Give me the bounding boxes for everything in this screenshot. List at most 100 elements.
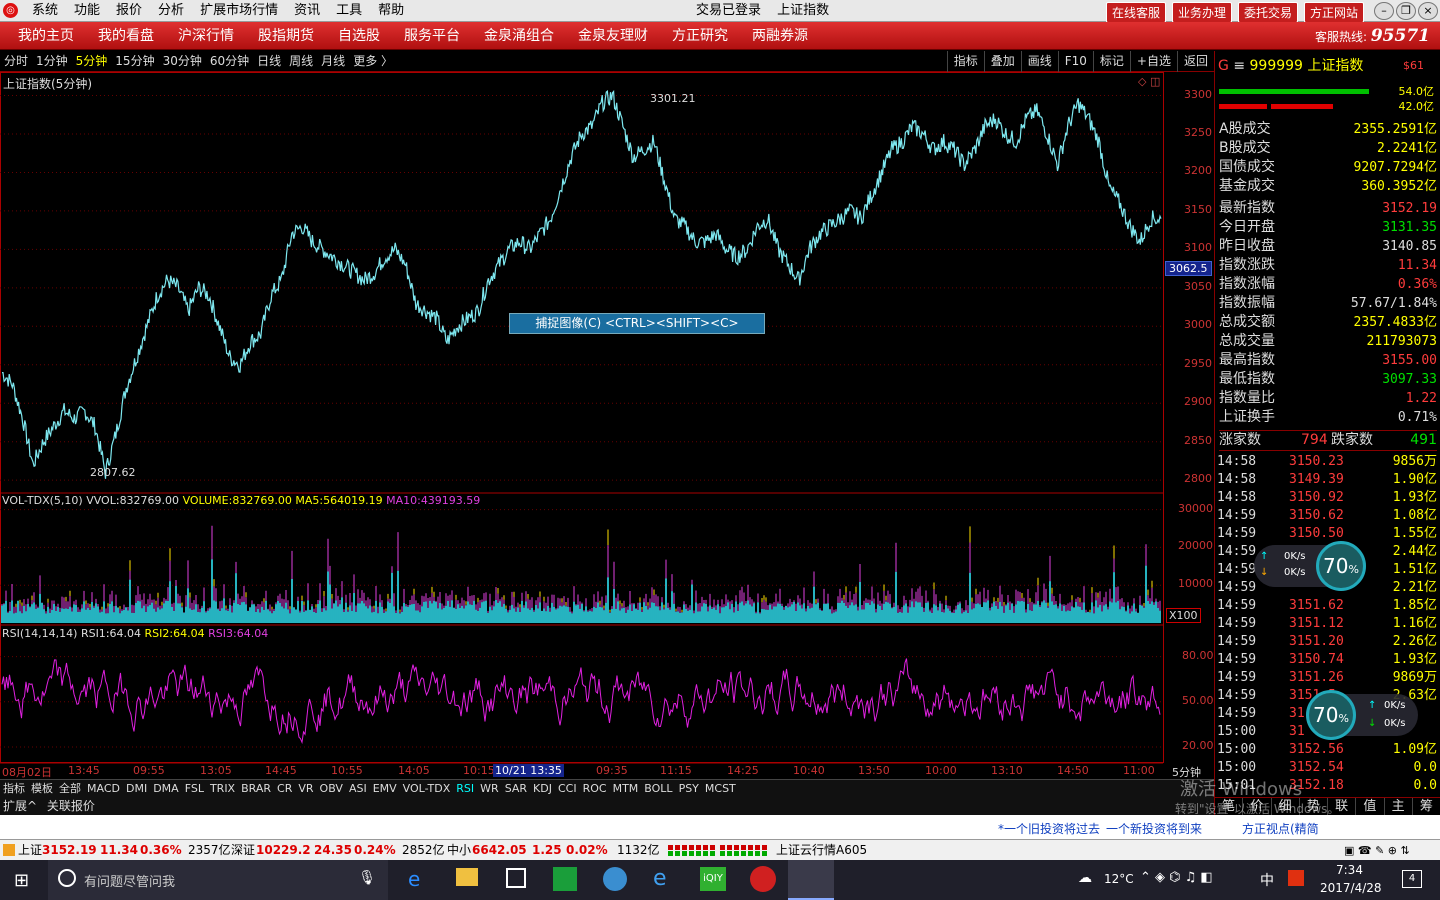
sogou-icon[interactable]	[1288, 870, 1304, 886]
net-speed-widget-2[interactable]: 70% ↑ 0K/s ↓ 0K/s	[1306, 690, 1418, 740]
indicator-tab-1[interactable]: 模板	[28, 782, 56, 795]
close-icon[interactable]: ×	[1418, 2, 1438, 20]
period-tab-5[interactable]: 60分钟	[210, 51, 249, 72]
period-tab-9[interactable]: 更多 〉	[353, 51, 393, 72]
menu-help[interactable]: 帮助	[370, 0, 412, 22]
chart-tool-1[interactable]: 叠加	[983, 51, 1021, 72]
indicator-tab-13[interactable]: EMV	[370, 782, 400, 795]
microphone-icon[interactable]: 🎙	[358, 870, 376, 886]
menu-quote[interactable]: 报价	[108, 0, 150, 22]
green-app-icon[interactable]	[553, 867, 577, 891]
related-quote-button[interactable]: 关联报价	[44, 799, 98, 813]
windows-start-icon[interactable]: ⊞	[14, 870, 29, 891]
period-tab-2[interactable]: 5分钟	[76, 51, 108, 72]
net-speed-widget-1[interactable]: ↑ 0K/s ↓ 0K/s 70%	[1254, 541, 1366, 591]
nav-sh-sz[interactable]: 沪深行情	[166, 22, 246, 50]
indicator-tab-22[interactable]: BOLL	[641, 782, 675, 795]
menu-analysis[interactable]: 分析	[150, 0, 192, 22]
period-tab-4[interactable]: 30分钟	[163, 51, 202, 72]
chart-tool-2[interactable]: 画线	[1020, 51, 1058, 72]
period-tab-6[interactable]: 日线	[257, 51, 281, 72]
minimize-icon[interactable]: –	[1374, 2, 1394, 20]
indicator-tab-3[interactable]: MACD	[84, 782, 123, 795]
business-button[interactable]: 业务办理	[1171, 2, 1232, 23]
cortana-search-box[interactable]: 有问题尽管问我 🎙	[48, 860, 388, 900]
menu-extended-market[interactable]: 扩展市场行情	[192, 0, 286, 22]
notification-center-icon[interactable]: 4	[1402, 870, 1422, 888]
indicator-tab-14[interactable]: VOL-TDX	[400, 782, 454, 795]
nav-margin[interactable]: 两融券源	[740, 22, 820, 50]
indicator-tab-15[interactable]: RSI	[453, 782, 477, 795]
period-tab-1[interactable]: 1分钟	[36, 51, 68, 72]
file-explorer-icon[interactable]	[456, 868, 478, 886]
restore-icon[interactable]: ❐	[1396, 2, 1416, 20]
period-tab-3[interactable]: 15分钟	[115, 51, 154, 72]
menu-tools[interactable]: 工具	[328, 0, 370, 22]
chart-options-icon[interactable]: ◇ ◫	[1138, 75, 1160, 88]
nav-my-watch[interactable]: 我的看盘	[86, 22, 166, 50]
chart-tool-5[interactable]: +自选	[1129, 51, 1177, 72]
founder-app-icon[interactable]	[750, 866, 776, 892]
nav-home[interactable]: 我的主页	[6, 22, 86, 50]
news-ticker-1[interactable]: *一个旧投资将过去	[998, 820, 1100, 837]
indicator-tab-16[interactable]: WR	[477, 782, 502, 795]
period-tab-0[interactable]: 分时	[4, 51, 28, 72]
quote-tab-6[interactable]: 主	[1385, 798, 1413, 815]
capture-image-tooltip[interactable]: 捕捉图像(C) <CTRL><SHIFT><C>	[509, 313, 765, 334]
menu-function[interactable]: 功能	[66, 0, 108, 22]
indicator-tab-9[interactable]: CR	[274, 782, 295, 795]
quote-tab-7[interactable]: 筹	[1413, 798, 1440, 815]
chart-canvas[interactable]	[0, 72, 1214, 778]
indicator-tab-19[interactable]: CCI	[555, 782, 580, 795]
expand-button[interactable]: 扩展^	[0, 799, 40, 813]
indicator-tab-7[interactable]: TRIX	[207, 782, 238, 795]
active-app-icon[interactable]	[788, 860, 834, 900]
indicator-tab-21[interactable]: MTM	[610, 782, 642, 795]
menu-system[interactable]: 系统	[24, 0, 66, 22]
indicator-tab-0[interactable]: 指标	[0, 782, 28, 795]
chart-tool-0[interactable]: 指标	[946, 51, 984, 72]
nav-watchlist[interactable]: 自选股	[326, 22, 392, 50]
online-service-button[interactable]: 在线客服	[1105, 2, 1166, 23]
nav-wealth[interactable]: 金泉友理财	[566, 22, 660, 50]
chart-tool-4[interactable]: 标记	[1092, 51, 1130, 72]
tray-icons[interactable]: ⌃ ◈ ⌬ ♫ ◧	[1140, 870, 1213, 885]
indicator-tab-17[interactable]: SAR	[502, 782, 530, 795]
indicator-tab-2[interactable]: 全部	[56, 782, 84, 795]
menu-news[interactable]: 资讯	[286, 0, 328, 22]
status-tool-icons[interactable]: ▣ ☎ ✎ ⊕ ⇅	[1344, 840, 1410, 861]
website-button[interactable]: 方正网站	[1303, 2, 1364, 23]
ie-browser-icon-2[interactable]: e	[653, 866, 667, 891]
edge-browser-icon[interactable]: e	[408, 867, 420, 891]
nav-portfolio[interactable]: 金泉涌组合	[472, 22, 566, 50]
indicator-tab-18[interactable]: KDJ	[530, 782, 555, 795]
indicator-tab-12[interactable]: ASI	[346, 782, 370, 795]
indicator-tab-4[interactable]: DMI	[123, 782, 150, 795]
indicator-tab-10[interactable]: VR	[295, 782, 316, 795]
indicator-tab-8[interactable]: BRAR	[238, 782, 274, 795]
indicator-tab-11[interactable]: OBV	[317, 782, 346, 795]
clock-date[interactable]: 2017/4/28	[1320, 881, 1382, 895]
nav-research[interactable]: 方正研究	[660, 22, 740, 50]
news-ticker-2[interactable]: 一个新投资将到来	[1106, 820, 1202, 837]
period-tab-8[interactable]: 月线	[321, 51, 345, 72]
nav-futures[interactable]: 股指期货	[246, 22, 326, 50]
menu-lines-icon[interactable]: ≡	[1233, 58, 1245, 74]
trade-button[interactable]: 委托交易	[1237, 2, 1298, 23]
clock-time[interactable]: 7:34	[1336, 863, 1363, 877]
chart-tool-3[interactable]: F10	[1057, 51, 1093, 72]
store-icon[interactable]	[506, 868, 526, 888]
indicator-tab-5[interactable]: DMA	[150, 782, 182, 795]
indicator-tab-23[interactable]: PSY	[676, 782, 702, 795]
kline-chart[interactable]: 上证指数(5分钟) ◇ ◫ 3301.21 2807.62 3062.5 VOL…	[0, 72, 1214, 779]
indicator-tab-24[interactable]: MCST	[702, 782, 739, 795]
ie-browser-icon-1[interactable]	[603, 867, 627, 891]
indicator-tab-6[interactable]: FSL	[182, 782, 207, 795]
nav-service[interactable]: 服务平台	[392, 22, 472, 50]
chart-tool-6[interactable]: 返回	[1176, 51, 1214, 72]
period-tab-7[interactable]: 周线	[289, 51, 313, 72]
ime-indicator[interactable]: 中	[1260, 870, 1274, 890]
iqiyi-icon[interactable]: iQIY	[700, 867, 726, 891]
quote-tab-5[interactable]: 值	[1356, 798, 1385, 815]
indicator-tab-20[interactable]: ROC	[580, 782, 610, 795]
